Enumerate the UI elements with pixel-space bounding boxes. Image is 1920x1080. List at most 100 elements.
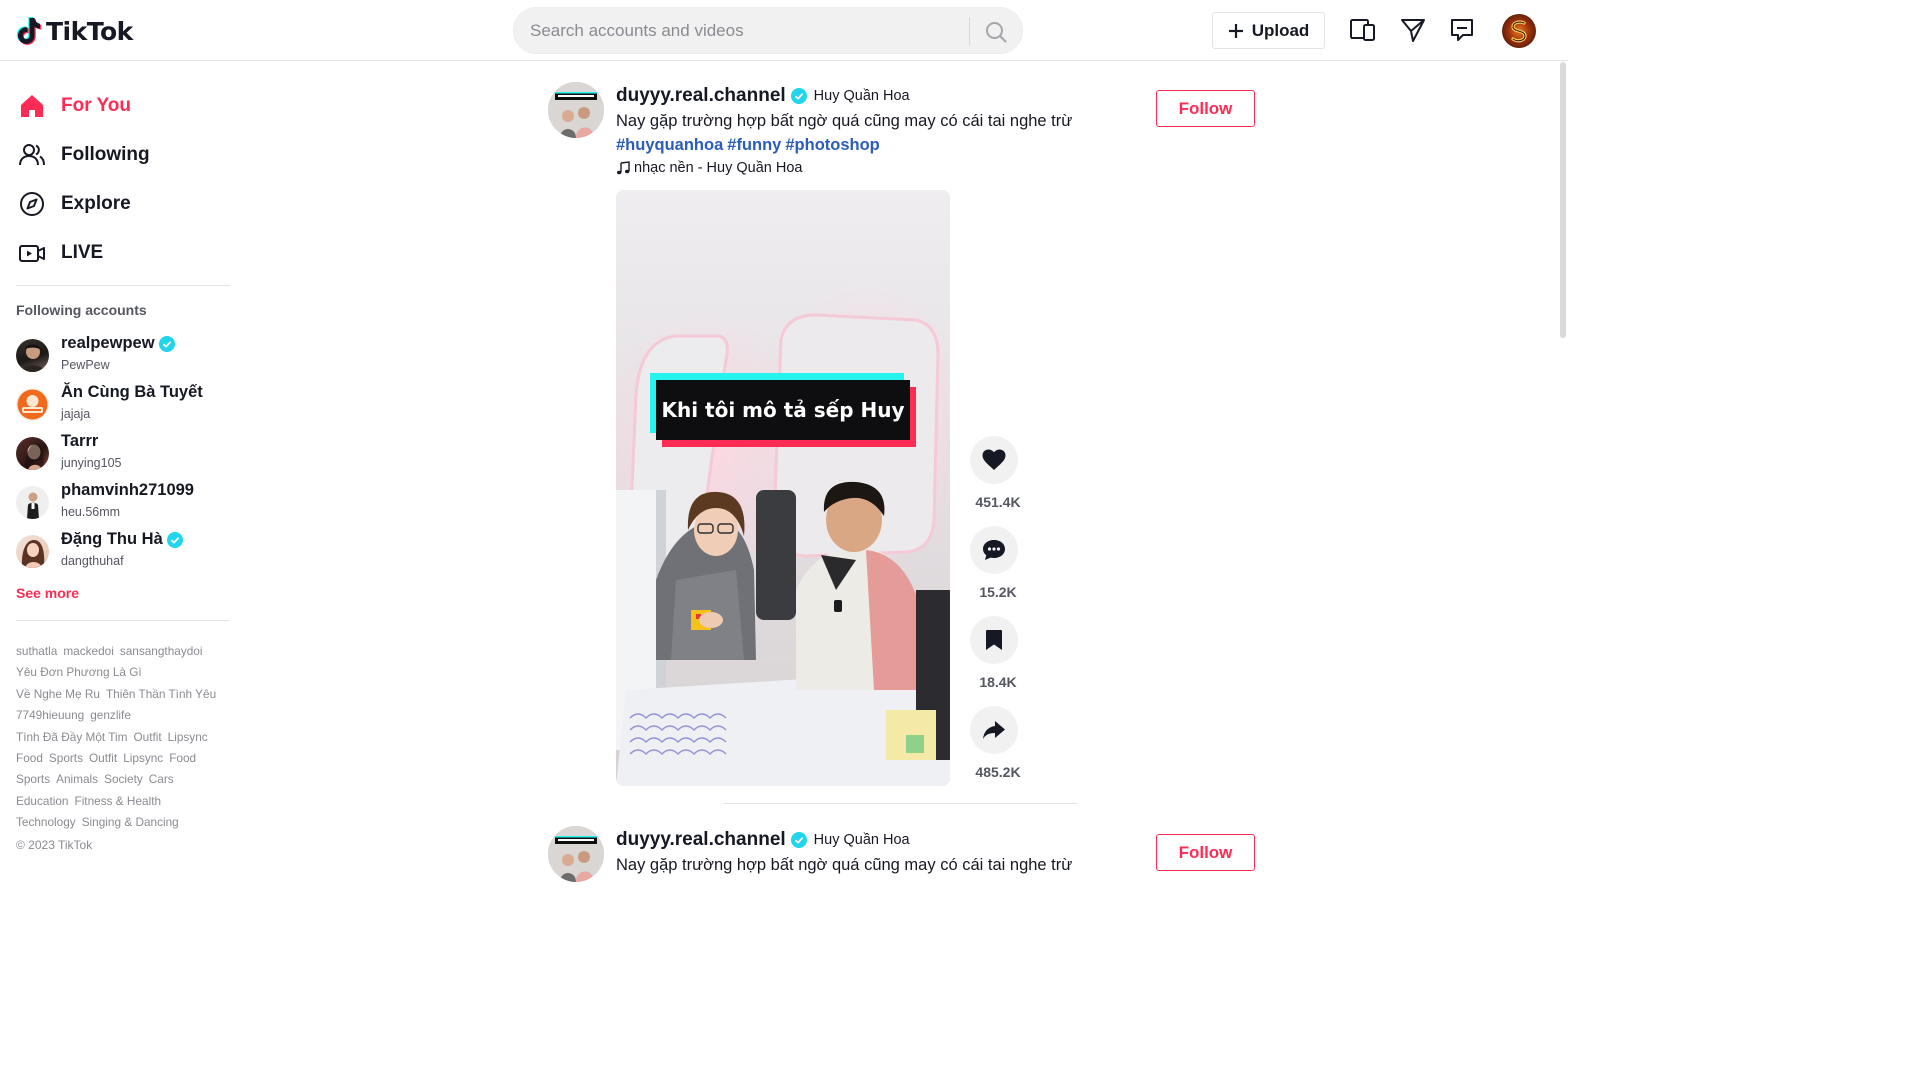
tag-link[interactable]: mackedoi	[63, 644, 114, 658]
nav-explore[interactable]: Explore	[16, 184, 230, 224]
author-nickname: Huy Quần Hoa	[813, 832, 910, 848]
comment-button[interactable]	[970, 526, 1018, 574]
tag-link[interactable]: Cars	[149, 772, 174, 786]
search-icon	[986, 22, 1007, 43]
tag-link[interactable]: Singing & Dancing	[82, 815, 179, 829]
tag-link[interactable]: Food	[169, 751, 196, 765]
tag-link[interactable]: Food	[16, 751, 43, 765]
author-avatar[interactable]	[548, 82, 604, 138]
account-realpewpew[interactable]: realpewpew PewPew	[16, 333, 230, 377]
account-an-cung-ba-tuyet[interactable]: Ăn Cùng Bà Tuyết jajaja	[16, 382, 230, 426]
video-post: duyyy.real.channel Huy Quần Hoa Nay gặp …	[548, 826, 1258, 882]
author-username[interactable]: duyyy.real.channel	[616, 85, 786, 107]
video-player[interactable]: Khi tôi mô tả sếp Huy	[616, 190, 950, 786]
page-scrollbar[interactable]	[1558, 62, 1568, 882]
post-description: Nay gặp trường hợp bất ngờ quá cũng may …	[616, 856, 1073, 874]
nav-live[interactable]: LIVE	[16, 233, 230, 273]
copyright: © 2023 TikTok	[16, 838, 93, 852]
music-title: nhạc nền - Huy Quần Hoa	[634, 160, 803, 176]
tag-link[interactable]: Society	[104, 772, 143, 786]
account-name: Ăn Cùng Bà Tuyết	[61, 383, 203, 401]
tag-link[interactable]: Lipsync	[123, 751, 163, 765]
post-description: Nay gặp trường hợp bất ngờ quá cũng may …	[616, 112, 1073, 130]
discover-tags: suthatla mackedoi sansangthaydoi Yêu Đơn P…	[16, 641, 236, 834]
tag-line: Về Nghe Mẹ Ru Thiên Thần Tình Yêu	[16, 684, 236, 705]
tag-link[interactable]: Tình Đã Đầy Một Tim	[16, 730, 127, 744]
tag-link[interactable]: Lipsync	[168, 730, 208, 744]
like-count: 451.4K	[975, 494, 1021, 510]
tag-link[interactable]: Education	[16, 794, 68, 808]
get-app-button[interactable]	[1348, 15, 1378, 45]
verified-badge-icon	[790, 88, 807, 104]
share-button[interactable]	[970, 706, 1018, 754]
nav-following[interactable]: Following	[16, 135, 230, 175]
account-name: Đặng Thu Hà	[61, 530, 163, 548]
devices-icon	[1350, 19, 1375, 41]
verified-badge-icon	[166, 531, 183, 548]
tag-link[interactable]: Technology	[16, 815, 76, 829]
tag-link[interactable]: Yêu Đơn Phương Là Gì	[16, 665, 142, 679]
tiktok-logo[interactable]: TikTok	[16, 14, 133, 48]
tag-link[interactable]: Animals	[56, 772, 98, 786]
profile-avatar[interactable]	[1502, 14, 1536, 48]
bookmark-icon	[986, 630, 1002, 650]
post-hashtags: #huyquanhoa #funny #photoshop	[616, 136, 884, 155]
nav-label: LIVE	[61, 242, 104, 263]
hashtag-link[interactable]: #huyquanhoa	[616, 136, 723, 154]
tag-link[interactable]: Về Nghe Mẹ Ru	[16, 687, 100, 701]
hashtag-link[interactable]: #funny	[727, 136, 781, 154]
music-link[interactable]: nhạc nền - Huy Quần Hoa	[616, 160, 802, 176]
tag-line: Sports Animals Society Cars	[16, 769, 236, 790]
tag-link[interactable]: Sports	[16, 772, 50, 786]
nav-label: Explore	[61, 193, 131, 214]
account-phamvinh271099[interactable]: phamvinh271099 heu.56mm	[16, 480, 230, 524]
tag-link[interactable]: Outfit	[133, 730, 161, 744]
home-icon	[16, 90, 48, 122]
save-action: 18.4K	[968, 616, 1038, 702]
account-name: realpewpew	[61, 334, 155, 352]
tag-link[interactable]: sansangthaydoi	[120, 644, 203, 658]
like-action: 451.4K	[968, 436, 1038, 522]
account-dang-thu-ha[interactable]: Đặng Thu Hà dangthuhaf	[16, 529, 230, 573]
video-thumbnail	[616, 190, 950, 786]
tag-link[interactable]: Sports	[49, 751, 83, 765]
search-button[interactable]	[982, 18, 1010, 46]
tag-link[interactable]: Outfit	[89, 751, 117, 765]
upload-button[interactable]: Upload	[1212, 12, 1325, 49]
tag-line: 7749hieuung genzlife	[16, 705, 236, 726]
heart-icon	[982, 449, 1006, 470]
follow-button[interactable]: Follow	[1156, 90, 1255, 127]
tag-link[interactable]: genzlife	[90, 708, 131, 722]
music-note-icon	[617, 161, 630, 175]
see-more-link[interactable]: See more	[16, 585, 79, 601]
save-button[interactable]	[970, 616, 1018, 664]
like-button[interactable]	[970, 436, 1018, 484]
verified-badge-icon	[158, 335, 175, 352]
hashtag-link[interactable]: #photoshop	[785, 136, 879, 154]
sidebar-divider	[16, 620, 230, 621]
messages-button[interactable]	[1398, 15, 1428, 45]
account-handle: PewPew	[61, 358, 110, 372]
inbox-button[interactable]	[1447, 15, 1477, 45]
tag-link[interactable]: 7749hieuung	[16, 708, 84, 722]
post-author: duyyy.real.channel Huy Quần Hoa	[616, 85, 910, 107]
tag-link[interactable]: Thiên Thần Tình Yêu	[106, 687, 216, 701]
search-input[interactable]	[530, 18, 960, 44]
tag-line: Technology Singing & Dancing	[16, 812, 236, 833]
tag-line: Food Sports Outfit Lipsync Food	[16, 748, 236, 769]
scrollbar-thumb[interactable]	[1560, 62, 1566, 338]
account-handle: heu.56mm	[61, 505, 121, 519]
live-camera-icon	[16, 237, 48, 269]
upload-label: Upload	[1251, 20, 1310, 40]
tag-line: Education Fitness & Health	[16, 791, 236, 812]
tag-link[interactable]: suthatla	[16, 644, 57, 658]
author-username[interactable]: duyyy.real.channel	[616, 829, 786, 851]
account-tarrr[interactable]: Tarrr junying105	[16, 431, 230, 475]
follow-button[interactable]: Follow	[1156, 834, 1255, 871]
tag-link[interactable]: Fitness & Health	[74, 794, 161, 808]
comment-icon	[983, 540, 1005, 560]
account-handle: jajaja	[61, 407, 91, 421]
nav-for-you[interactable]: For You	[16, 86, 230, 126]
author-avatar[interactable]	[548, 826, 604, 882]
caption-text: Khi tôi mô tả sếp Huy	[656, 380, 910, 440]
